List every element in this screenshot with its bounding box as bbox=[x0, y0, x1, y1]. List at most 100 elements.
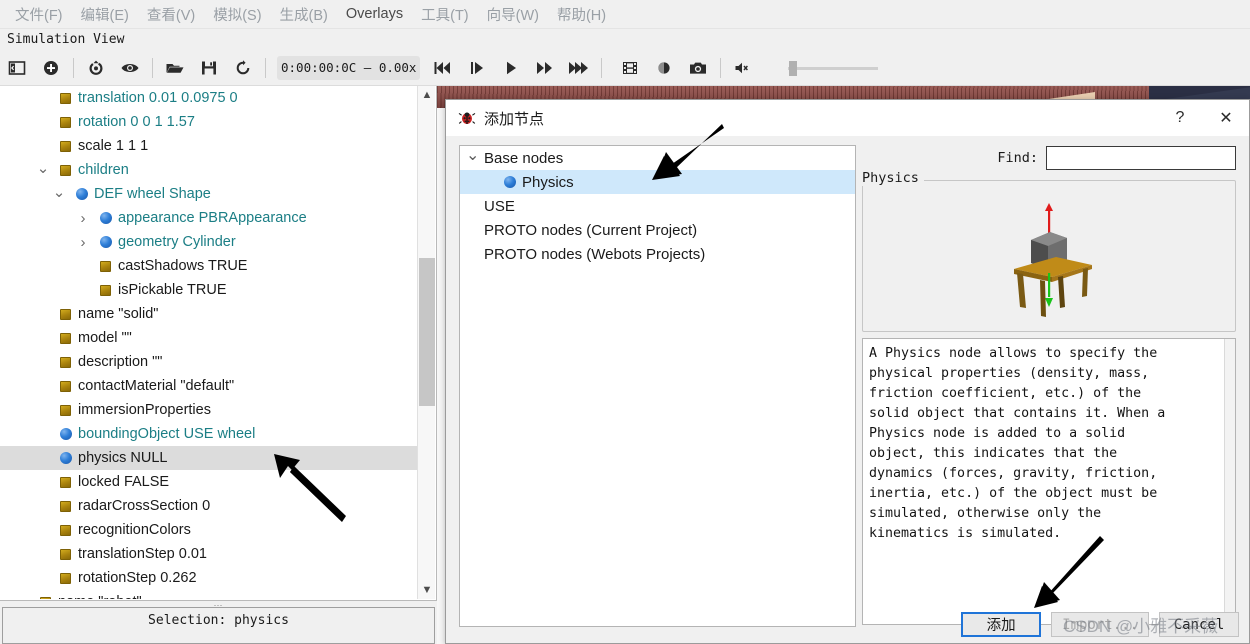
chevron-down-icon[interactable]: ⌄ bbox=[52, 184, 66, 201]
node-list-item[interactable]: ⌄ Base nodes bbox=[460, 146, 855, 170]
sf-field-icon bbox=[60, 572, 71, 584]
mute-icon[interactable] bbox=[726, 53, 760, 83]
scene-tree-panel[interactable]: translation 0.01 0.0975 0 rotation 0 0 1 … bbox=[0, 86, 437, 601]
menu-item-overlays[interactable]: Overlays bbox=[337, 4, 412, 24]
scene-tree-scrollbar[interactable]: ▲ ▼ bbox=[417, 86, 435, 599]
scene-tree-row[interactable]: model "" bbox=[0, 326, 417, 350]
scroll-up-icon[interactable]: ▲ bbox=[418, 86, 436, 104]
scrollbar-thumb[interactable] bbox=[419, 258, 435, 406]
screenshot-icon[interactable] bbox=[681, 53, 715, 83]
close-icon[interactable]: ✕ bbox=[1203, 101, 1249, 135]
scene-tree-row[interactable]: rotationStep 0.262 bbox=[0, 566, 417, 590]
scene-tree-row[interactable]: radarCrossSection 0 bbox=[0, 494, 417, 518]
help-icon[interactable]: ? bbox=[1157, 101, 1203, 135]
scene-tree-row[interactable]: recognitionColors bbox=[0, 518, 417, 542]
menu-item-view[interactable]: 查看(V) bbox=[138, 2, 204, 27]
view-eye-icon[interactable] bbox=[113, 53, 147, 83]
physics-table-box-illustration bbox=[984, 195, 1114, 320]
node-list-item-label: PROTO nodes (Current Project) bbox=[484, 221, 698, 239]
chevron-right-icon[interactable]: › bbox=[76, 234, 90, 251]
dialog-title-label: 添加节点 bbox=[484, 110, 545, 128]
scene-tree-row[interactable]: translation 0.01 0.0975 0 bbox=[0, 86, 417, 110]
volume-slider-track bbox=[788, 66, 879, 70]
node-list-item[interactable]: PROTO nodes (Webots Projects) bbox=[460, 242, 855, 266]
play-icon[interactable] bbox=[494, 53, 528, 83]
node-icon bbox=[504, 176, 516, 188]
volume-slider-thumb[interactable] bbox=[789, 60, 798, 76]
scene-tree-row-label: rotationStep 0.262 bbox=[78, 570, 197, 586]
menu-item-wizards[interactable]: 向导(W) bbox=[478, 2, 548, 27]
scene-tree-row[interactable]: name "solid" bbox=[0, 302, 417, 326]
node-list-item[interactable]: PROTO nodes (Current Project) bbox=[460, 218, 855, 242]
scene-tree-row[interactable]: ⌄ children bbox=[0, 158, 417, 182]
sidebar-toggle-icon[interactable] bbox=[0, 53, 34, 83]
preview-group-title: Physics bbox=[857, 170, 924, 186]
csdn-watermark: CSDN @小雅不采薇 bbox=[1063, 617, 1219, 636]
scene-tree-row[interactable]: castShadows TRUE bbox=[0, 254, 417, 278]
menu-item-help[interactable]: 帮助(H) bbox=[548, 2, 615, 27]
chevron-down-icon[interactable]: ⌄ bbox=[466, 146, 479, 165]
fast-forward-icon[interactable] bbox=[528, 53, 562, 83]
scene-tree-row-label: radarCrossSection 0 bbox=[78, 498, 211, 514]
rewind-icon[interactable] bbox=[426, 53, 460, 83]
scene-tree-row[interactable]: description "" bbox=[0, 350, 417, 374]
scene-tree-row[interactable]: rotation 0 0 1 1.57 bbox=[0, 110, 417, 134]
sf-field-icon bbox=[40, 596, 51, 599]
scene-tree-row[interactable]: isPickable TRUE bbox=[0, 278, 417, 302]
menu-item-tools[interactable]: 工具(T) bbox=[412, 2, 478, 27]
dock-title-label: Simulation View bbox=[7, 32, 125, 47]
menu-item-simulation[interactable]: 模拟(S) bbox=[204, 2, 270, 27]
chevron-down-icon[interactable]: ⌄ bbox=[36, 160, 50, 177]
open-world-icon[interactable] bbox=[158, 53, 192, 83]
search-input[interactable] bbox=[1046, 146, 1236, 170]
restore-viewpoint-icon[interactable] bbox=[79, 53, 113, 83]
menu-item-build[interactable]: 生成(B) bbox=[271, 2, 337, 27]
scene-tree-row[interactable]: physics NULL bbox=[0, 446, 417, 470]
sf-field-icon bbox=[60, 164, 71, 176]
sf-field-icon bbox=[60, 476, 71, 488]
scene-tree-row-label: translation 0.01 0.0975 0 bbox=[78, 90, 238, 106]
node-preview-group: Physics bbox=[857, 170, 1236, 332]
add-node-icon[interactable] bbox=[34, 53, 68, 83]
scene-tree-row[interactable]: translationStep 0.01 bbox=[0, 542, 417, 566]
toolbar-separator bbox=[720, 57, 722, 78]
find-row: Find: bbox=[861, 145, 1236, 171]
scene-tree-row-label: boundingObject USE wheel bbox=[78, 426, 256, 442]
run-fastest-icon[interactable] bbox=[562, 53, 596, 83]
step-icon[interactable] bbox=[460, 53, 494, 83]
scene-tree-row-label: isPickable TRUE bbox=[118, 282, 227, 298]
chevron-right-icon[interactable]: › bbox=[76, 210, 90, 227]
toolbar-separator bbox=[601, 57, 603, 78]
node-type-list[interactable]: ⌄ Base nodes Physics USE PROTO nodes (Curren… bbox=[459, 145, 856, 627]
menu-item-file[interactable]: 文件(F) bbox=[6, 2, 72, 27]
scene-tree-row[interactable]: locked FALSE bbox=[0, 470, 417, 494]
node-list-item[interactable]: Physics bbox=[460, 170, 855, 194]
node-icon bbox=[60, 428, 72, 440]
scene-tree-rows[interactable]: translation 0.01 0.0975 0 rotation 0 0 1 … bbox=[0, 86, 417, 599]
scene-tree-row[interactable]: ⌄ DEF wheel Shape bbox=[0, 182, 417, 206]
sf-field-icon bbox=[100, 284, 111, 296]
description-scrollbar[interactable] bbox=[1224, 339, 1235, 624]
dialog-title-bar[interactable]: 添加节点 ? ✕ bbox=[446, 100, 1249, 136]
save-world-icon[interactable] bbox=[192, 53, 226, 83]
scene-tree-row[interactable]: › appearance PBRAppearance bbox=[0, 206, 417, 230]
scene-tree-row[interactable]: contactMaterial "default" bbox=[0, 374, 417, 398]
node-description-box[interactable]: A Physics node allows to specify the phy… bbox=[862, 338, 1236, 625]
record-icon[interactable] bbox=[647, 53, 681, 83]
add-button[interactable]: 添加 bbox=[961, 612, 1042, 637]
scene-tree-row[interactable]: boundingObject USE wheel bbox=[0, 422, 417, 446]
scene-tree-row-label: model "" bbox=[78, 330, 132, 346]
volume-slider[interactable] bbox=[788, 58, 879, 78]
scene-tree-row[interactable]: immersionProperties bbox=[0, 398, 417, 422]
reload-world-icon[interactable] bbox=[226, 53, 260, 83]
node-list-item[interactable]: USE bbox=[460, 194, 855, 218]
scene-tree-row[interactable]: name "robot" bbox=[0, 590, 417, 599]
scene-tree-row[interactable]: scale 1 1 1 bbox=[0, 134, 417, 158]
scene-tree-row[interactable]: › geometry Cylinder bbox=[0, 230, 417, 254]
movie-icon[interactable] bbox=[613, 53, 647, 83]
scroll-down-icon[interactable]: ▼ bbox=[418, 581, 436, 599]
menu-item-edit[interactable]: 编辑(E) bbox=[72, 2, 138, 27]
add-node-dialog[interactable]: 添加节点 ? ✕ ⌄ Base nodes Physics USE PROTO node… bbox=[445, 99, 1250, 644]
sf-field-icon bbox=[60, 308, 71, 320]
toolbar-separator bbox=[73, 57, 74, 78]
